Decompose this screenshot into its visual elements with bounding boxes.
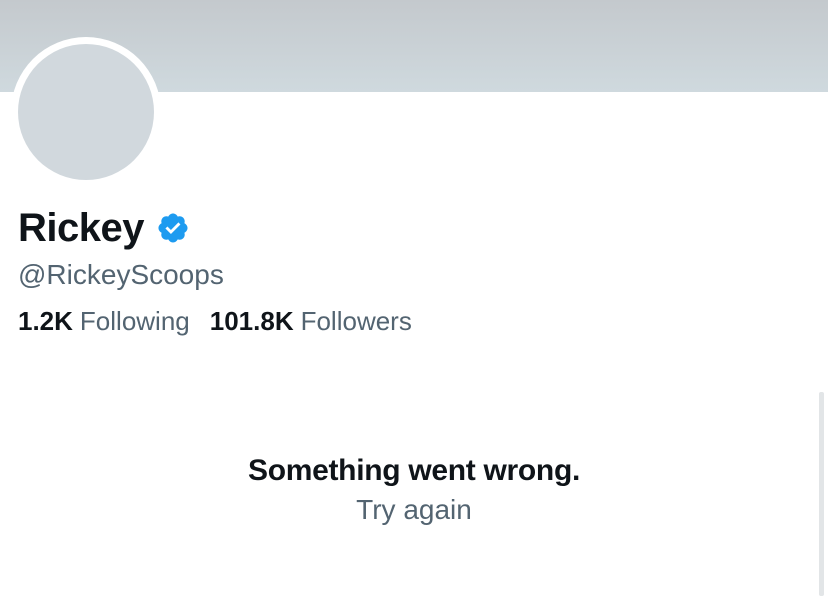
follow-stats: 1.2K Following 101.8K Followers: [18, 306, 432, 337]
error-state: Something went wrong. Try again: [0, 454, 828, 526]
name-row: Rickey: [18, 203, 190, 253]
following-label: Following: [79, 306, 190, 336]
following-count: 1.2K: [18, 306, 73, 336]
avatar[interactable]: [18, 44, 154, 180]
profile-page: Rickey @RickeyScoops 1.2K Following 101.…: [0, 0, 828, 596]
try-again-button[interactable]: Try again: [356, 494, 472, 526]
scrollbar[interactable]: [819, 392, 824, 596]
following-link[interactable]: 1.2K Following: [18, 306, 190, 337]
verified-badge-icon[interactable]: [156, 211, 190, 245]
followers-link[interactable]: 101.8K Followers: [210, 306, 412, 337]
followers-label: Followers: [300, 306, 412, 336]
followers-count: 101.8K: [209, 306, 294, 336]
profile-handle: @RickeyScoops: [18, 259, 224, 290]
error-title: Something went wrong.: [247, 454, 581, 487]
display-name: Rickey: [18, 205, 144, 250]
